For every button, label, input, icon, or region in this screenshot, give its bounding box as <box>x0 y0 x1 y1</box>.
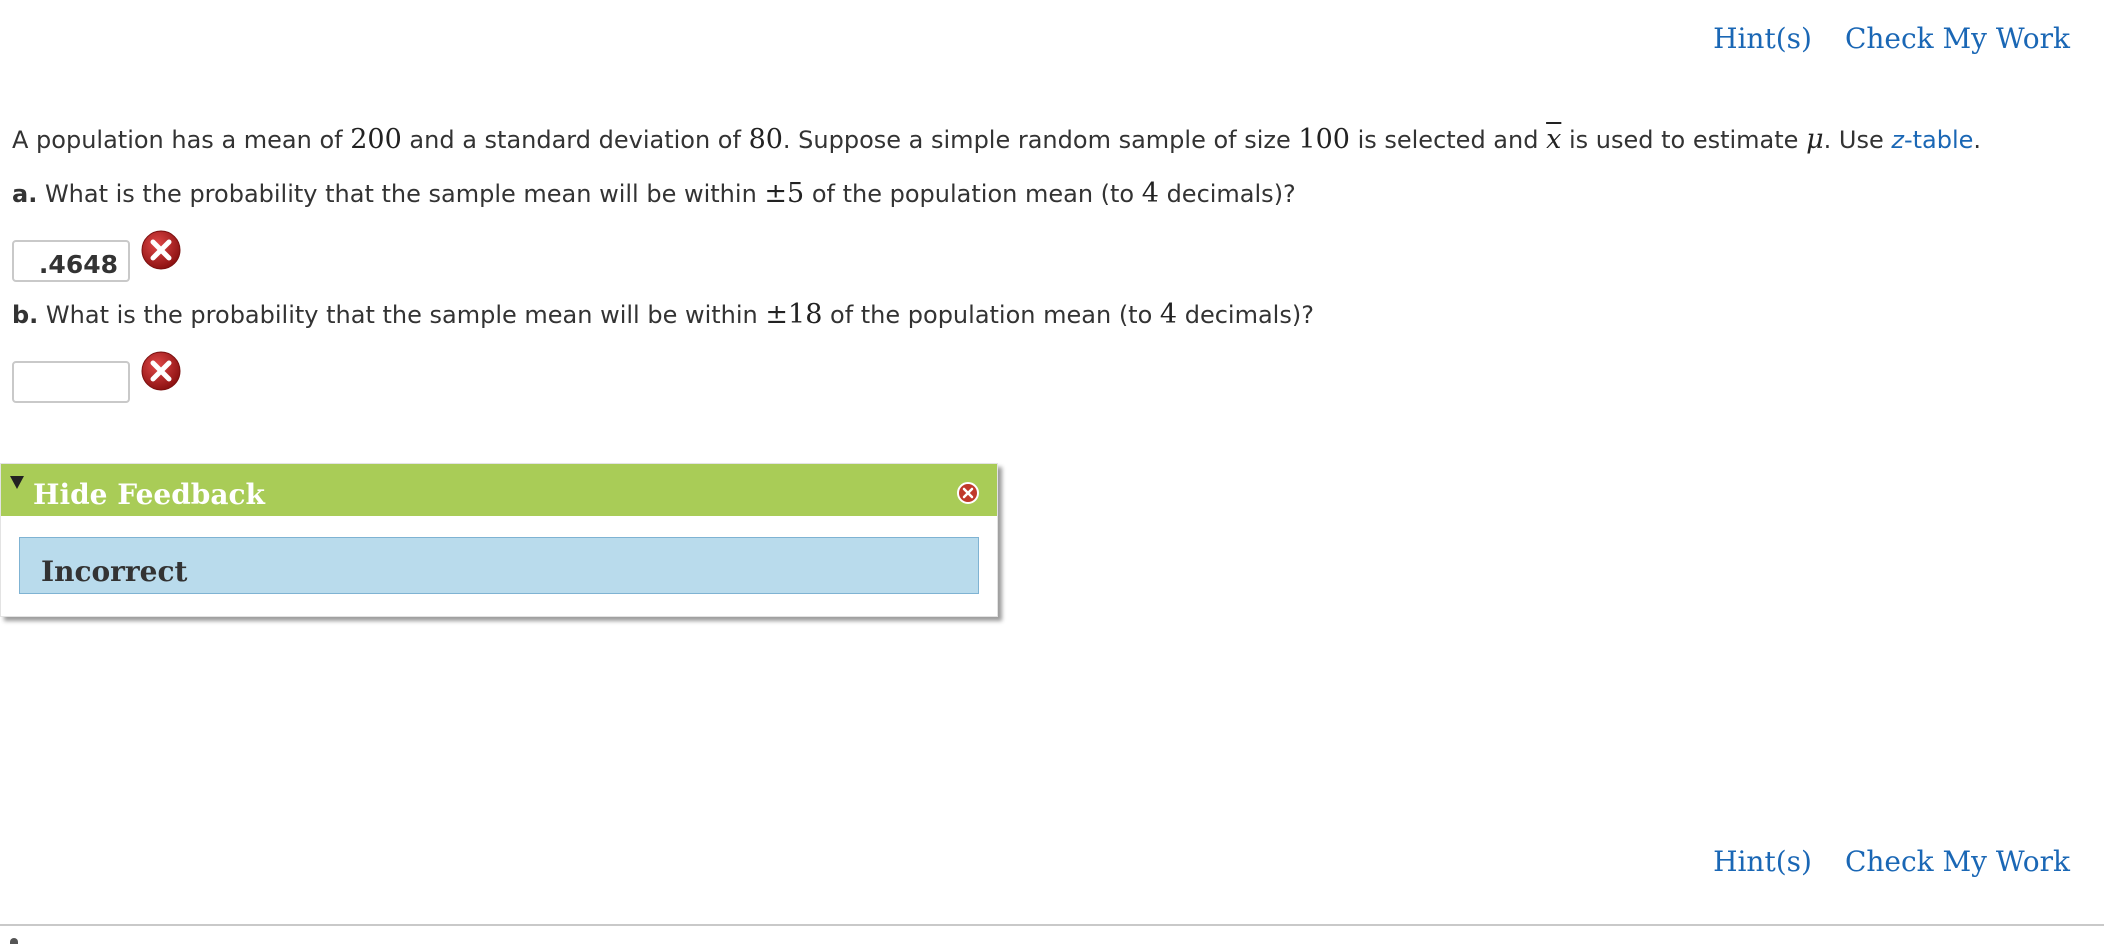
question-a-text: of the population mean (to <box>804 180 1142 208</box>
problem-text: . Use <box>1823 126 1892 154</box>
z-table-link-z: z <box>1891 126 1904 154</box>
error-x-icon <box>141 230 181 270</box>
feedback-result-text: Incorrect <box>41 555 188 588</box>
question-a-decimals: 4 <box>1141 178 1159 209</box>
question-a: a. What is the probability that the samp… <box>12 178 1296 209</box>
question-b-text: What is the probability that the sample … <box>38 301 766 329</box>
question-a-text: What is the probability that the sample … <box>37 180 765 208</box>
answer-a-input[interactable]: .4648 <box>12 240 130 282</box>
problem-text: is selected and <box>1349 126 1547 154</box>
error-x-icon <box>141 351 181 391</box>
question-a-label: a. <box>12 180 38 208</box>
close-icon[interactable] <box>956 481 980 505</box>
xbar-symbol: x <box>1546 124 1562 155</box>
question-b-within: ±18 <box>765 299 823 330</box>
hide-feedback-toggle[interactable]: Hide Feedback <box>33 478 265 511</box>
question-b-text: decimals)? <box>1177 301 1314 329</box>
check-my-work-link-bottom[interactable]: Check My Work <box>1845 845 2070 878</box>
z-table-link[interactable]: z-table <box>1891 126 1973 154</box>
problem-text: . Suppose a simple random sample of size <box>782 126 1299 154</box>
hints-link-top[interactable]: Hint(s) <box>1713 22 1812 55</box>
divider <box>0 924 2104 926</box>
problem-text: and a standard deviation of <box>401 126 749 154</box>
feedback-header[interactable]: Hide Feedback <box>1 464 997 516</box>
corner-icon <box>10 938 18 944</box>
check-my-work-link-top[interactable]: Check My Work <box>1845 22 2070 55</box>
problem-text: is used to estimate <box>1561 126 1807 154</box>
question-b-text: of the population mean (to <box>822 301 1160 329</box>
sd-value: 80 <box>748 124 783 155</box>
top-actions: Hint(s) Check My Work <box>1713 22 2070 55</box>
mu-symbol: μ <box>1806 124 1824 155</box>
question-a-text: decimals)? <box>1158 180 1296 208</box>
problem-text: A population has a mean of <box>12 126 351 154</box>
question-a-within: ±5 <box>764 178 805 209</box>
question-b-decimals: 4 <box>1159 299 1178 330</box>
collapse-triangle-icon[interactable] <box>10 476 24 489</box>
mean-value: 200 <box>350 124 402 155</box>
problem-statement: A population has a mean of 200 and a sta… <box>12 124 1981 155</box>
z-table-link-text: -table <box>1903 126 1974 154</box>
sample-size-value: 100 <box>1298 124 1350 155</box>
question-b: b. What is the probability that the samp… <box>12 299 1314 330</box>
bottom-actions: Hint(s) Check My Work <box>1713 845 2070 878</box>
problem-text: . <box>1973 126 1982 154</box>
question-b-label: b. <box>12 301 39 329</box>
answer-b-input[interactable] <box>12 361 130 403</box>
feedback-panel: Hide Feedback Incorrect <box>0 463 998 617</box>
hints-link-bottom[interactable]: Hint(s) <box>1713 845 1812 878</box>
feedback-result-box: Incorrect <box>19 537 979 594</box>
